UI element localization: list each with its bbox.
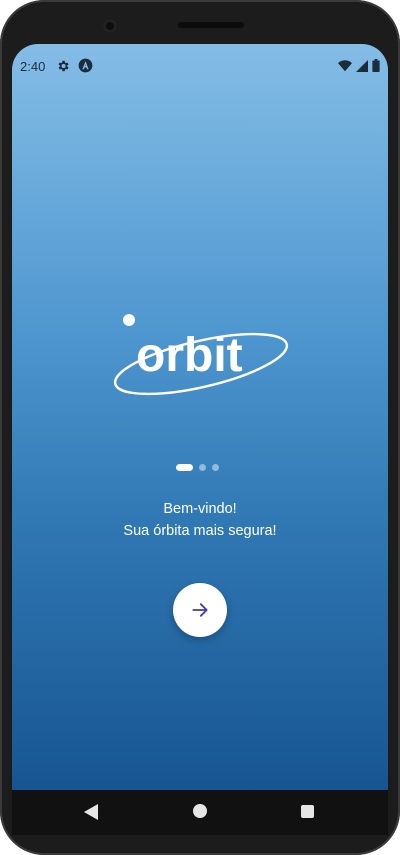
- gear-icon: [58, 60, 69, 72]
- battery-icon: [372, 59, 380, 72]
- page-indicator: [176, 464, 219, 471]
- accessibility-icon: [78, 58, 93, 73]
- navigation-bar: [12, 790, 388, 835]
- welcome-title: Bem-vindo!: [163, 501, 237, 517]
- signal-icon: [356, 59, 368, 72]
- status-indicators: [338, 59, 380, 72]
- earpiece-speaker: [178, 22, 244, 28]
- orbit-logo: orbit: [113, 314, 289, 396]
- pager-dot-active[interactable]: [176, 464, 193, 471]
- next-button[interactable]: [173, 583, 227, 637]
- recents-icon[interactable]: [301, 805, 314, 818]
- status-time: 2:40: [20, 59, 46, 74]
- status-bar: 2:40: [12, 44, 388, 92]
- app-screen: 2:40 orbit Bem-vindo! Sua órbita mais se…: [12, 44, 388, 790]
- front-camera: [103, 19, 117, 33]
- pager-dot[interactable]: [212, 464, 219, 471]
- home-icon[interactable]: [193, 804, 207, 818]
- welcome-text: Bem-vindo! Sua órbita mais segura!: [12, 498, 388, 542]
- back-icon[interactable]: [84, 804, 98, 820]
- arrow-right-icon: [192, 603, 208, 617]
- svg-text:orbit: orbit: [136, 329, 243, 382]
- pager-dot[interactable]: [199, 464, 206, 471]
- welcome-subtitle: Sua órbita mais segura!: [123, 523, 277, 539]
- phone-frame: 2:40 orbit Bem-vindo! Sua órbita mais se…: [0, 0, 400, 855]
- wifi-icon: [338, 59, 352, 71]
